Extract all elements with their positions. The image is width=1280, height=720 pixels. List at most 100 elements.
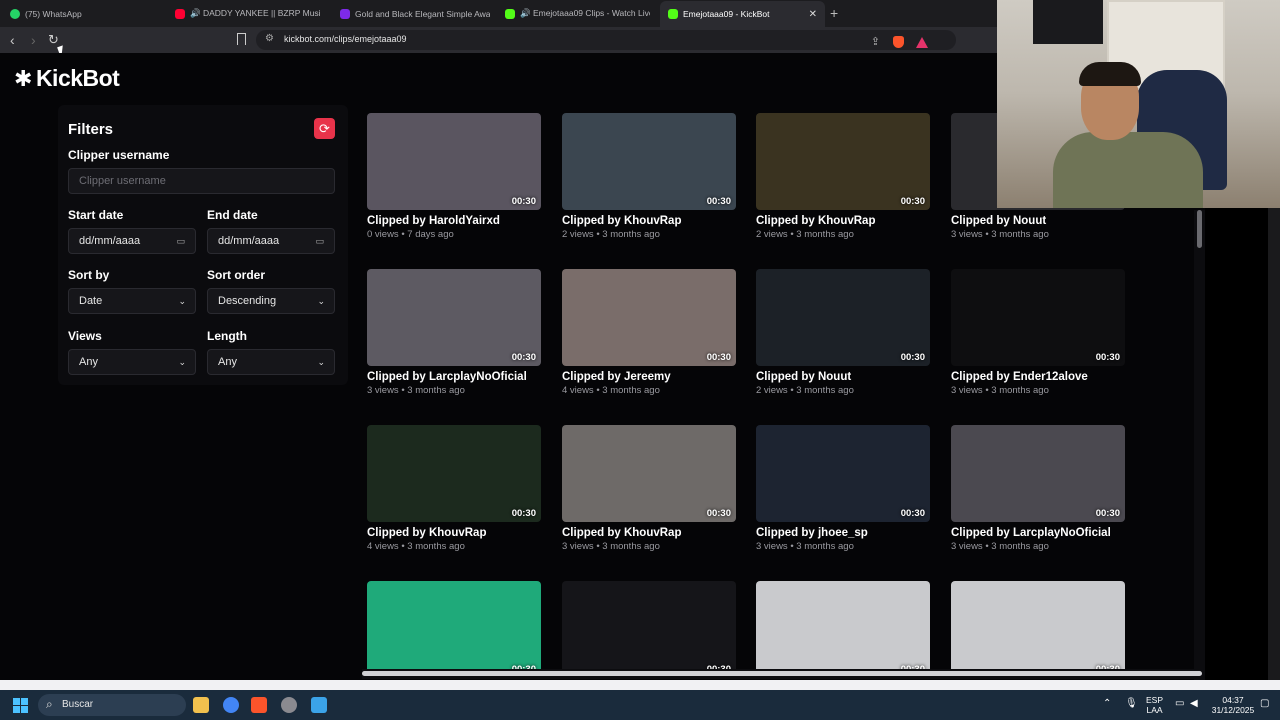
brave-shields-icon[interactable] <box>893 36 904 48</box>
chrome-icon[interactable] <box>223 697 239 713</box>
clip-title[interactable]: Clipped by Nouut <box>756 371 930 383</box>
brave-icon[interactable] <box>251 697 267 713</box>
scrollbar-thumb[interactable] <box>362 671 1202 676</box>
tab-kick[interactable]: 🔊 Emejotaaa09 Clips - Watch Live o <box>505 4 650 23</box>
sort-by-select[interactable]: Date ⌄ <box>68 288 196 314</box>
clip-thumbnail[interactable]: 00:30 <box>756 581 930 678</box>
clip-title[interactable]: Clipped by KhouvRap <box>756 215 930 227</box>
kick-icon <box>505 8 515 19</box>
outer-scrollbar[interactable] <box>1268 208 1280 680</box>
scrollbar-thumb[interactable] <box>1197 210 1202 248</box>
clip-card[interactable]: 00:30 Clipped by jhoee_sp 3 views • 3 mont… <box>756 425 930 552</box>
sort-by-label: Sort by <box>68 268 110 282</box>
clip-card[interactable]: 00:30 Clipped by LarcplayNoOficial 3 views… <box>367 269 541 396</box>
address-bar[interactable]: ⚙ kickbot.com/clips/emejotaaa09 ⇪ <box>256 30 956 50</box>
clip-thumbnail[interactable]: 00:30 <box>367 581 541 678</box>
clip-title[interactable]: Clipped by LarcplayNoOficial <box>367 371 541 383</box>
clip-meta: 2 views • 3 months ago <box>562 229 660 240</box>
back-icon[interactable]: ‹ <box>10 32 15 48</box>
tab-whatsapp[interactable]: (75) WhatsApp <box>10 4 160 23</box>
clip-card[interactable]: 00:30 Clipped by KhouvRap 4 views • 3 mont… <box>367 425 541 552</box>
tab-label: (75) WhatsApp <box>25 8 82 19</box>
window-bottom-edge <box>0 680 1280 690</box>
new-tab-button[interactable]: + <box>830 5 838 21</box>
calendar-icon[interactable]: ▭ <box>315 229 324 253</box>
kickbot-logo[interactable]: ✱ KickBot <box>14 65 120 92</box>
clip-card[interactable]: 00:30 Clipped by HaroldYairxd 0 views • 7 … <box>367 113 541 240</box>
clip-card[interactable]: 00:30 Clipped by KhouvRap 3 views • 3 mont… <box>562 425 736 552</box>
chevron-up-icon[interactable]: ⌃ <box>1103 698 1111 709</box>
clip-title[interactable]: Clipped by Ender12alove <box>951 371 1125 383</box>
clip-title[interactable]: Clipped by LarcplayNoOficial <box>951 527 1125 539</box>
clip-thumbnail[interactable]: 00:30 <box>562 425 736 522</box>
share-icon[interactable]: ⇪ <box>871 35 880 48</box>
clip-card[interactable]: 00:30 Clipped by KhouvRap 2 views • 3 mont… <box>562 113 736 240</box>
clip-title[interactable]: Clipped by KhouvRap <box>562 527 736 539</box>
clip-title[interactable]: Clipped by Nouut <box>951 215 1125 227</box>
sort-order-select[interactable]: Descending ⌄ <box>207 288 335 314</box>
calendar-icon[interactable]: ▭ <box>176 229 185 253</box>
windows-start-icon[interactable] <box>13 698 28 713</box>
bookmark-icon[interactable] <box>237 33 246 45</box>
notepad-icon[interactable] <box>311 697 327 713</box>
clip-thumbnail[interactable]: 00:30 <box>367 113 541 210</box>
clip-thumbnail[interactable]: 00:30 <box>951 425 1125 522</box>
clip-title[interactable]: Clipped by KhouvRap <box>562 215 736 227</box>
clip-thumbnail[interactable]: 00:30 <box>756 269 930 366</box>
clip-thumbnail[interactable]: 00:30 <box>562 269 736 366</box>
tab-kickbot[interactable]: Emejotaaa09 - KickBot ✕ <box>660 1 825 27</box>
clip-card[interactable]: 00:30 <box>367 581 541 681</box>
clip-thumbnail[interactable]: 00:30 <box>367 425 541 522</box>
network-icon[interactable]: ▭ <box>1175 698 1184 709</box>
clip-duration: 00:30 <box>1095 352 1120 363</box>
logo-text: KickBot <box>35 65 120 91</box>
notifications-icon[interactable]: ▢ <box>1260 698 1269 709</box>
clip-card[interactable]: 00:30 <box>756 581 930 681</box>
start-date-input[interactable]: dd/mm/aaaa ▭ <box>68 228 196 254</box>
clip-duration: 00:30 <box>706 508 731 519</box>
clip-thumbnail[interactable]: 00:30 <box>562 113 736 210</box>
site-info-icon[interactable]: ⚙ <box>265 33 274 44</box>
clip-thumbnail[interactable]: 00:30 <box>951 581 1125 678</box>
clip-title[interactable]: Clipped by jhoee_sp <box>756 527 930 539</box>
clip-title[interactable]: Clipped by Jereemy <box>562 371 736 383</box>
clipper-username-input[interactable]: Clipper username <box>68 168 335 194</box>
brave-rewards-icon[interactable] <box>916 37 928 48</box>
clip-card[interactable]: 00:30 Clipped by KhouvRap 2 views • 3 mont… <box>756 113 930 240</box>
length-select[interactable]: Any ⌄ <box>207 349 335 375</box>
end-date-input[interactable]: dd/mm/aaaa ▭ <box>207 228 335 254</box>
clip-card[interactable]: 00:30 Clipped by Ender12alove 3 views • 3 … <box>951 269 1125 396</box>
views-select[interactable]: Any ⌄ <box>68 349 196 375</box>
search-label: Buscar <box>62 699 94 710</box>
clip-card[interactable]: 00:30 Clipped by LarcplayNoOficial 3 views… <box>951 425 1125 552</box>
reload-icon[interactable]: ↻ <box>48 32 59 48</box>
forward-icon[interactable]: › <box>31 32 36 48</box>
clip-thumbnail[interactable]: 00:30 <box>367 269 541 366</box>
clip-card[interactable]: 00:30 <box>951 581 1125 681</box>
microphone-icon[interactable]: 🎙 <box>1125 698 1138 709</box>
clip-card[interactable]: 00:30 Clipped by Jereemy 4 views • 3 month… <box>562 269 736 396</box>
file-explorer-icon[interactable] <box>193 697 209 713</box>
reset-filters-button[interactable]: ⟳ <box>314 118 335 139</box>
close-icon[interactable]: ✕ <box>809 9 817 20</box>
tab-canva[interactable]: Gold and Black Elegant Simple Awar <box>340 4 490 23</box>
clip-duration: 00:30 <box>900 196 925 207</box>
webcam-tv <box>1033 0 1103 44</box>
clip-card[interactable]: 00:30 Clipped by Nouut 2 views • 3 months … <box>756 269 930 396</box>
language-indicator[interactable]: ESP LAA <box>1146 695 1163 715</box>
tab-youtube[interactable]: 🔊 DADDY YANKEE || BZRP Music Se <box>175 4 320 23</box>
vertical-scrollbar[interactable] <box>1194 210 1205 681</box>
horizontal-scrollbar[interactable] <box>362 669 1205 679</box>
sort-order-label: Sort order <box>207 268 266 282</box>
clip-thumbnail[interactable]: 00:30 <box>756 113 930 210</box>
clip-card[interactable]: 00:30 <box>562 581 736 681</box>
clip-thumbnail[interactable]: 00:30 <box>562 581 736 678</box>
clip-thumbnail[interactable]: 00:30 <box>756 425 930 522</box>
clock[interactable]: 04:37 31/12/2025 <box>1208 695 1258 715</box>
taskbar-search[interactable]: ⌕ Buscar <box>38 694 186 716</box>
clip-title[interactable]: Clipped by HaroldYairxd <box>367 215 541 227</box>
clip-title[interactable]: Clipped by KhouvRap <box>367 527 541 539</box>
obs-icon[interactable] <box>281 697 297 713</box>
volume-icon[interactable]: ◀ <box>1190 698 1198 709</box>
clip-thumbnail[interactable]: 00:30 <box>951 269 1125 366</box>
